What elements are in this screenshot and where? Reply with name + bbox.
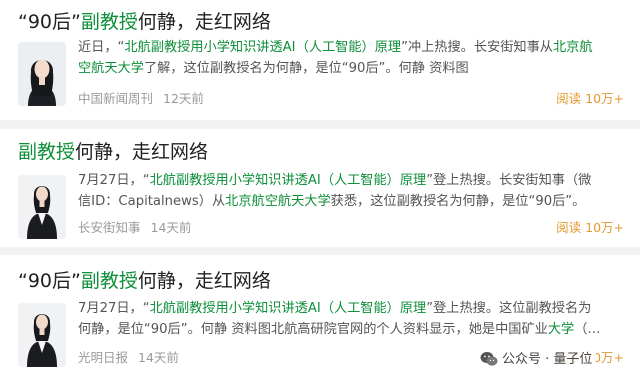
snippet-line: 7月27日，“北航副教授用小学知识讲透AI（人工智能）原理”登上热搜。这位副教授… xyxy=(78,299,624,320)
result-snippet: 7月27日，“北航副教授用小学知识讲透AI（人工智能）原理”登上热搜。长安街知事… xyxy=(78,171,624,212)
highlighted-text: 大学 xyxy=(547,321,575,337)
result-title[interactable]: “90后”副教授何静，走红网络 xyxy=(18,269,271,293)
watermark-text: 公众号 · 量子位 xyxy=(502,352,593,367)
snippet-line: 近日，“北航副教授用小学知识讲透AI（人工智能）原理”冲上热搜。长安街知事从北京… xyxy=(78,38,624,59)
text-segment: 7月27日，“ xyxy=(78,301,150,316)
highlighted-text: 北航副教授用小学知识讲透AI（人工智能）原理 xyxy=(149,173,427,188)
result-card-1[interactable]: “90后”副教授何静，走红网络 近日，“北航副教授用小学知识讲透AI（人工智能）… xyxy=(0,0,640,120)
result-time: 14天前 xyxy=(138,350,179,365)
text-segment: 信ID：Capitalnews）从 xyxy=(78,193,226,209)
portrait-image xyxy=(18,175,66,239)
text-segment: 何静，走红网络 xyxy=(75,141,209,163)
result-title[interactable]: “90后”副教授何静，走红网络 xyxy=(18,10,271,34)
result-time: 14天前 xyxy=(150,220,192,235)
snippet-line: 信ID：Capitalnews）从北京航空航天大学获悉，这位副教授名为何静，是位… xyxy=(78,192,624,213)
text-segment: （… xyxy=(574,321,601,337)
result-meta: 长安街知事 14天前 xyxy=(78,217,191,236)
result-card-2[interactable]: 副教授何静，走红网络 7月27日，“北航副教授用小学知识讲透AI（人工智能）原理… xyxy=(0,129,640,247)
text-segment: 获悉，这位副教授名为何静，是位“90后”。 xyxy=(330,193,586,209)
text-segment: 何静，是位“90后”。何静 资料图北航高研院官网的个人资料显示，她是中国矿业 xyxy=(78,321,548,337)
text-segment: 7月27日，“ xyxy=(78,173,150,188)
watermark: 公众号 · 量子位 xyxy=(476,346,597,373)
result-thumbnail[interactable] xyxy=(18,175,66,239)
text-segment: ”登上热搜。这位副教授名为 xyxy=(426,301,592,316)
result-title[interactable]: 副教授何静，走红网络 xyxy=(18,140,208,164)
read-count: 阅读 10万+ xyxy=(556,91,624,106)
text-segment: 近日，“ xyxy=(78,40,125,55)
snippet-line: 7月27日，“北航副教授用小学知识讲透AI（人工智能）原理”登上热搜。长安街知事… xyxy=(78,171,624,192)
highlighted-text: 北航副教授用小学知识讲透AI（人工智能）原理 xyxy=(124,40,402,55)
result-meta: 光明日报 14天前 xyxy=(78,347,179,366)
highlighted-text: 副教授 xyxy=(18,141,76,163)
result-thumbnail[interactable] xyxy=(18,42,66,106)
text-segment: 何静，走红网络 xyxy=(137,270,271,292)
result-meta: 中国新闻周刊 12天前 xyxy=(78,88,204,107)
result-source[interactable]: 中国新闻周刊 xyxy=(78,91,153,106)
wechat-icon xyxy=(480,351,498,371)
result-snippet: 近日，“北航副教授用小学知识讲透AI（人工智能）原理”冲上热搜。长安街知事从北京… xyxy=(78,38,624,79)
result-source[interactable]: 光明日报 xyxy=(78,350,128,365)
snippet-line: 空航天大学了解，这位副教授名为何静，是位“90后”。何静 资料图 xyxy=(78,59,624,80)
highlighted-text: 副教授 xyxy=(80,11,138,33)
portrait-image xyxy=(18,303,66,367)
highlighted-text: 副教授 xyxy=(80,270,138,292)
highlighted-text: 北京航空航天大学 xyxy=(225,193,331,209)
result-time: 12天前 xyxy=(163,91,204,106)
result-source[interactable]: 长安街知事 xyxy=(78,220,141,235)
portrait-image xyxy=(18,42,66,106)
result-thumbnail[interactable] xyxy=(18,303,66,367)
text-segment: 何静，走红网络 xyxy=(137,11,271,33)
text-segment: 了解，这位副教授名为何静，是位“90后”。何静 资料图 xyxy=(143,60,469,76)
highlighted-text: 空航天大学 xyxy=(78,60,144,76)
text-segment: ”登上热搜。长安街知事（微 xyxy=(426,173,592,188)
text-segment: “90后” xyxy=(18,11,81,33)
text-segment: ”冲上热搜。长安街知事从 xyxy=(401,40,553,55)
result-snippet: 7月27日，“北航副教授用小学知识讲透AI（人工智能）原理”登上热搜。这位副教授… xyxy=(78,299,624,340)
highlighted-text: 北航副教授用小学知识讲透AI（人工智能）原理 xyxy=(149,301,427,316)
read-count: 阅读 10万+ xyxy=(556,220,624,235)
search-results-feed: “90后”副教授何静，走红网络 近日，“北航副教授用小学知识讲透AI（人工智能）… xyxy=(0,0,640,382)
snippet-line: 何静，是位“90后”。何静 资料图北航高研院官网的个人资料显示，她是中国矿业大学… xyxy=(78,320,624,341)
highlighted-text: 北京航 xyxy=(552,40,593,55)
text-segment: “90后” xyxy=(18,270,81,292)
